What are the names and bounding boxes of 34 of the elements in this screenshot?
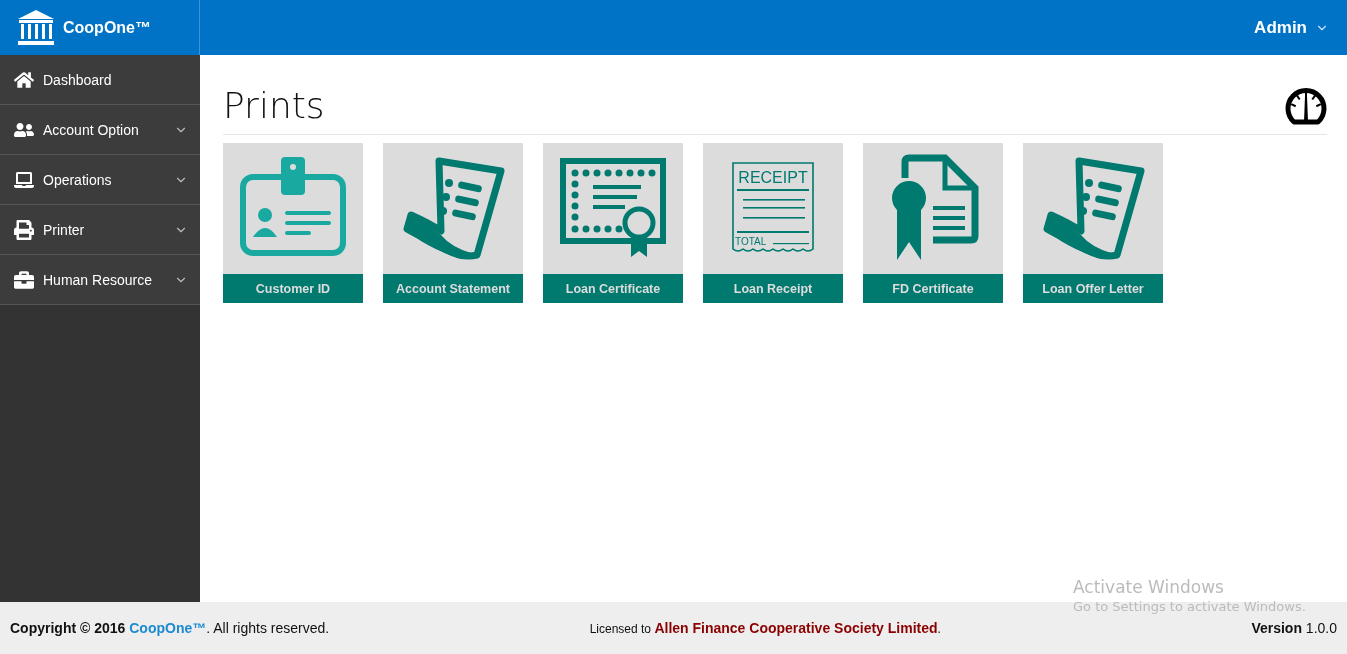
activation-title: Activate Windows — [1073, 577, 1225, 597]
license-text: Licensed to Allen Finance Cooperative Society Limited. — [589, 620, 941, 636]
print-card[interactable]: Loan Certificate — [543, 143, 683, 303]
home-icon — [14, 69, 34, 90]
brand-logo[interactable]: CoopOne™ — [0, 0, 200, 55]
copyright-text: Copyright © 2016 CoopOne™. All rights reserved. — [10, 620, 330, 636]
user-menu[interactable]: Admin — [1254, 17, 1329, 38]
card-label: Customer ID — [223, 274, 363, 303]
sidebar-item[interactable]: Account Option — [0, 105, 200, 155]
card-label: FD Certificate — [863, 274, 1003, 303]
print-card[interactable]: Loan Offer Letter — [1023, 143, 1163, 303]
printer-icon — [14, 219, 34, 240]
print-card[interactable]: Customer ID — [223, 143, 363, 303]
sidebar-item[interactable]: Operations — [0, 155, 200, 205]
laptop-icon — [14, 169, 34, 190]
briefcase-icon — [14, 269, 34, 290]
brand-link[interactable]: CoopOne™ — [129, 620, 207, 636]
receipt-heading: RECEIPT — [738, 168, 808, 186]
bank-icon — [17, 8, 55, 47]
brand-name: CoopOne™ — [63, 18, 151, 37]
print-card[interactable]: Account Statement — [383, 143, 523, 303]
version-text: Version 1.0.0 — [1251, 620, 1337, 636]
card-label: Loan Receipt — [703, 274, 843, 303]
sidebar-item[interactable]: Dashboard — [0, 55, 200, 105]
sidebar-item[interactable]: Printer — [0, 205, 200, 255]
card-label: Loan Offer Letter — [1023, 274, 1163, 303]
card-label: Loan Certificate — [543, 274, 683, 303]
sidebar-item[interactable]: Human Resource — [0, 255, 200, 305]
card-label: Account Statement — [383, 274, 523, 303]
receipt-total: TOTAL — [735, 235, 767, 247]
print-card[interactable]: RECEIPT TOTAL Loan Receipt — [703, 143, 843, 303]
gauge-icon[interactable] — [1285, 85, 1327, 126]
print-card[interactable]: FD Certificate — [863, 143, 1003, 303]
page-title: Prints — [223, 85, 325, 126]
